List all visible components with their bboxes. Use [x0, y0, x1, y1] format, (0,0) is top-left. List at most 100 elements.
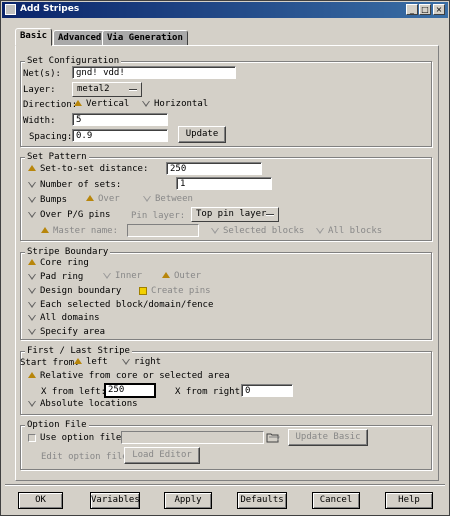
all-domains-radio[interactable]: All domains [28, 313, 100, 324]
absolute-locations-radio[interactable]: Absolute locations [28, 399, 138, 410]
minimize-button[interactable]: _ [406, 4, 418, 15]
first-last-stripe-title: First / Last Stripe [25, 346, 132, 356]
radio-off-icon [28, 328, 37, 337]
update-button[interactable]: Update [178, 126, 226, 143]
all-blocks-radio[interactable]: All blocks [316, 226, 382, 237]
bumps-over-radio[interactable]: Over [86, 194, 120, 205]
start-left-radio[interactable]: left [74, 357, 108, 368]
relative-radio[interactable]: Relative from core or selected area [28, 371, 230, 382]
direction-vertical-radio[interactable]: Vertical [74, 99, 129, 110]
outer-label: Outer [174, 271, 202, 281]
minimize-icon: _ [410, 5, 414, 14]
over-pg-pins-radio[interactable]: Over P/G pins [28, 210, 110, 221]
absolute-locations-label: Absolute locations [40, 399, 138, 409]
app-icon[interactable] [5, 4, 16, 15]
specify-area-radio[interactable]: Specify area [28, 327, 105, 338]
nets-input[interactable]: gnd! vdd! [72, 66, 236, 79]
each-selected-label: Each selected block/domain/fence [40, 300, 214, 310]
radio-off-icon [28, 196, 37, 205]
radio-off-icon [143, 195, 152, 204]
radio-off-icon [122, 358, 131, 367]
checkbox-on-icon [139, 287, 147, 295]
x-from-left-input[interactable]: 250 [104, 383, 156, 398]
radio-off-icon [142, 100, 151, 109]
maximize-icon: □ [421, 5, 429, 14]
radio-off-icon [211, 227, 220, 236]
radio-off-icon [28, 273, 37, 282]
radio-on-icon [74, 100, 83, 109]
pad-ring-radio[interactable]: Pad ring [28, 272, 83, 283]
x-from-right-input[interactable]: 0 [241, 384, 293, 397]
core-ring-radio[interactable]: Core ring [28, 258, 89, 269]
layer-label: Layer: [23, 85, 56, 95]
pad-ring-outer-radio[interactable]: Outer [162, 271, 201, 282]
maximize-button[interactable]: □ [419, 4, 431, 15]
direction-label: Direction: [23, 100, 78, 110]
radio-on-icon [28, 372, 37, 381]
x-from-left-label: X from left: [41, 387, 107, 397]
tab-basic[interactable]: Basic [15, 28, 53, 46]
apply-button[interactable]: Apply [164, 492, 212, 509]
radio-off-icon [103, 272, 112, 281]
layer-select-value: metal2 [77, 84, 110, 94]
set-to-set-input[interactable]: 250 [166, 162, 262, 175]
pin-layer-label: Pin layer: [131, 211, 186, 221]
pin-layer-select-value: Top pin layer [196, 209, 267, 219]
bottom-separator [5, 484, 445, 486]
variables-button[interactable]: Variables [90, 492, 140, 509]
option-file-input[interactable] [121, 431, 264, 444]
start-right-label: right [134, 357, 162, 367]
number-of-sets-input[interactable]: 1 [176, 177, 272, 190]
tab-advanced[interactable]: Advanced [53, 30, 107, 46]
all-domains-label: All domains [40, 313, 100, 323]
direction-horizontal-radio[interactable]: Horizontal [142, 99, 208, 110]
spacing-label: Spacing: [29, 132, 73, 142]
design-boundary-label: Design boundary [40, 286, 122, 296]
nets-label: Net(s): [23, 69, 61, 79]
design-boundary-radio[interactable]: Design boundary [28, 286, 121, 297]
add-stripes-window: Add Stripes _ □ × Basic Advanced Via Gen… [0, 0, 450, 516]
create-pins-label: Create pins [151, 286, 211, 296]
master-name-radio[interactable]: Master name: [41, 226, 118, 237]
radio-on-icon [41, 227, 50, 236]
pad-ring-label: Pad ring [40, 272, 84, 282]
radio-off-icon [28, 314, 37, 323]
radio-off-icon [28, 400, 37, 409]
bumps-between-radio[interactable]: Between [143, 194, 193, 205]
direction-horizontal-label: Horizontal [154, 99, 209, 109]
specify-area-label: Specify area [40, 327, 106, 337]
window-title: Add Stripes [20, 4, 80, 14]
start-right-radio[interactable]: right [122, 357, 161, 368]
close-button[interactable]: × [433, 4, 445, 15]
bumps-label: Bumps [40, 195, 68, 205]
defaults-button[interactable]: Defaults [237, 492, 287, 509]
tab-via-generation[interactable]: Via Generation [102, 30, 188, 46]
master-name-input[interactable] [127, 224, 199, 237]
radio-on-icon [28, 165, 37, 174]
pin-layer-select[interactable]: Top pin layer [191, 207, 279, 222]
ok-button[interactable]: OK [18, 492, 63, 509]
spacing-input[interactable]: 0.9 [72, 129, 168, 142]
cancel-button[interactable]: Cancel [312, 492, 360, 509]
load-editor-button[interactable]: Load Editor [124, 447, 200, 464]
create-pins-checkbox[interactable]: Create pins [139, 286, 211, 297]
bumps-between-label: Between [155, 194, 193, 204]
pad-ring-inner-radio[interactable]: Inner [103, 271, 142, 282]
update-basic-button[interactable]: Update Basic [288, 429, 368, 446]
number-of-sets-radio[interactable]: Number of sets: [28, 180, 121, 191]
radio-off-icon [28, 301, 37, 310]
each-selected-radio[interactable]: Each selected block/domain/fence [28, 300, 213, 311]
width-input[interactable]: 5 [72, 113, 168, 126]
all-blocks-label: All blocks [328, 226, 383, 236]
folder-icon[interactable] [266, 431, 280, 443]
edit-option-file-label: Edit option file [41, 452, 128, 462]
title-bar[interactable]: Add Stripes _ □ × [2, 2, 448, 18]
layer-select[interactable]: metal2 [72, 82, 142, 97]
help-button[interactable]: Help [385, 492, 433, 509]
bumps-radio[interactable]: Bumps [28, 195, 67, 206]
relative-label: Relative from core or selected area [40, 371, 230, 381]
radio-off-icon [28, 211, 37, 220]
selected-blocks-radio[interactable]: Selected blocks [211, 226, 304, 237]
use-option-file-checkbox[interactable]: Use option file: [28, 433, 127, 444]
set-to-set-radio[interactable]: Set-to-set distance: [28, 164, 148, 175]
